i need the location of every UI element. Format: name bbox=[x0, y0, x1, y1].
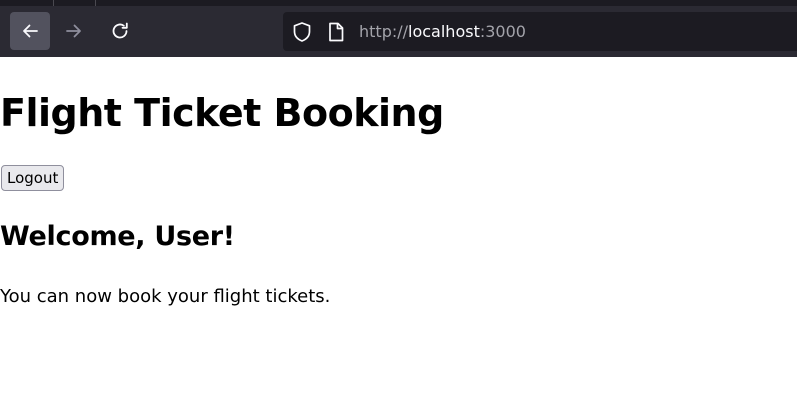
page-content: Flight Ticket Booking Logout Welcome, Us… bbox=[0, 57, 797, 402]
arrow-left-icon bbox=[21, 22, 39, 40]
browser-toolbar: http://localhost:3000 bbox=[0, 0, 797, 57]
page-title: Flight Ticket Booking bbox=[0, 91, 444, 135]
url-text[interactable]: http://localhost:3000 bbox=[359, 22, 526, 42]
logout-button[interactable]: Logout bbox=[1, 165, 65, 191]
shield-icon[interactable] bbox=[291, 21, 313, 43]
tab-divider bbox=[95, 0, 96, 6]
arrow-right-icon bbox=[65, 22, 83, 40]
reload-icon bbox=[110, 21, 130, 41]
booking-message: You can now book your flight tickets. bbox=[0, 286, 331, 307]
forward-button[interactable] bbox=[54, 12, 94, 50]
reload-button[interactable] bbox=[100, 12, 140, 50]
welcome-heading: Welcome, User! bbox=[0, 221, 235, 252]
tab-divider bbox=[53, 0, 54, 6]
tab-strip bbox=[0, 0, 797, 6]
address-bar[interactable]: http://localhost:3000 bbox=[283, 12, 797, 51]
url-port: :3000 bbox=[479, 22, 526, 41]
back-button[interactable] bbox=[10, 12, 50, 50]
url-scheme: http:// bbox=[359, 22, 409, 41]
page-icon[interactable] bbox=[325, 21, 347, 43]
url-host: localhost bbox=[408, 22, 480, 41]
